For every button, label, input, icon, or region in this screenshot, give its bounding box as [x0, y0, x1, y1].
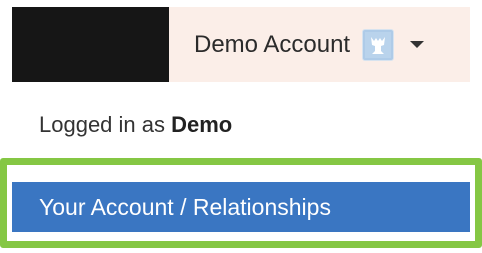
- redacted-block: [12, 7, 169, 82]
- account-dropdown-toggle[interactable]: Demo Account: [169, 7, 470, 82]
- account-name: Demo Account: [194, 30, 351, 58]
- logged-in-username: Demo: [171, 112, 233, 137]
- user-avatar-icon: [362, 28, 395, 61]
- logged-in-prefix: Logged in as: [39, 112, 172, 137]
- account-menu-screenshot: Demo Account Logged in as Demo Your Acco…: [0, 0, 482, 253]
- logged-in-status: Logged in as Demo: [39, 112, 232, 138]
- top-nav-bar: Demo Account: [12, 7, 470, 82]
- menu-item-your-account-relationships[interactable]: Your Account / Relationships: [12, 182, 470, 232]
- caret-down-icon[interactable]: [410, 41, 425, 48]
- menu-item-label: Your Account / Relationships: [39, 193, 331, 220]
